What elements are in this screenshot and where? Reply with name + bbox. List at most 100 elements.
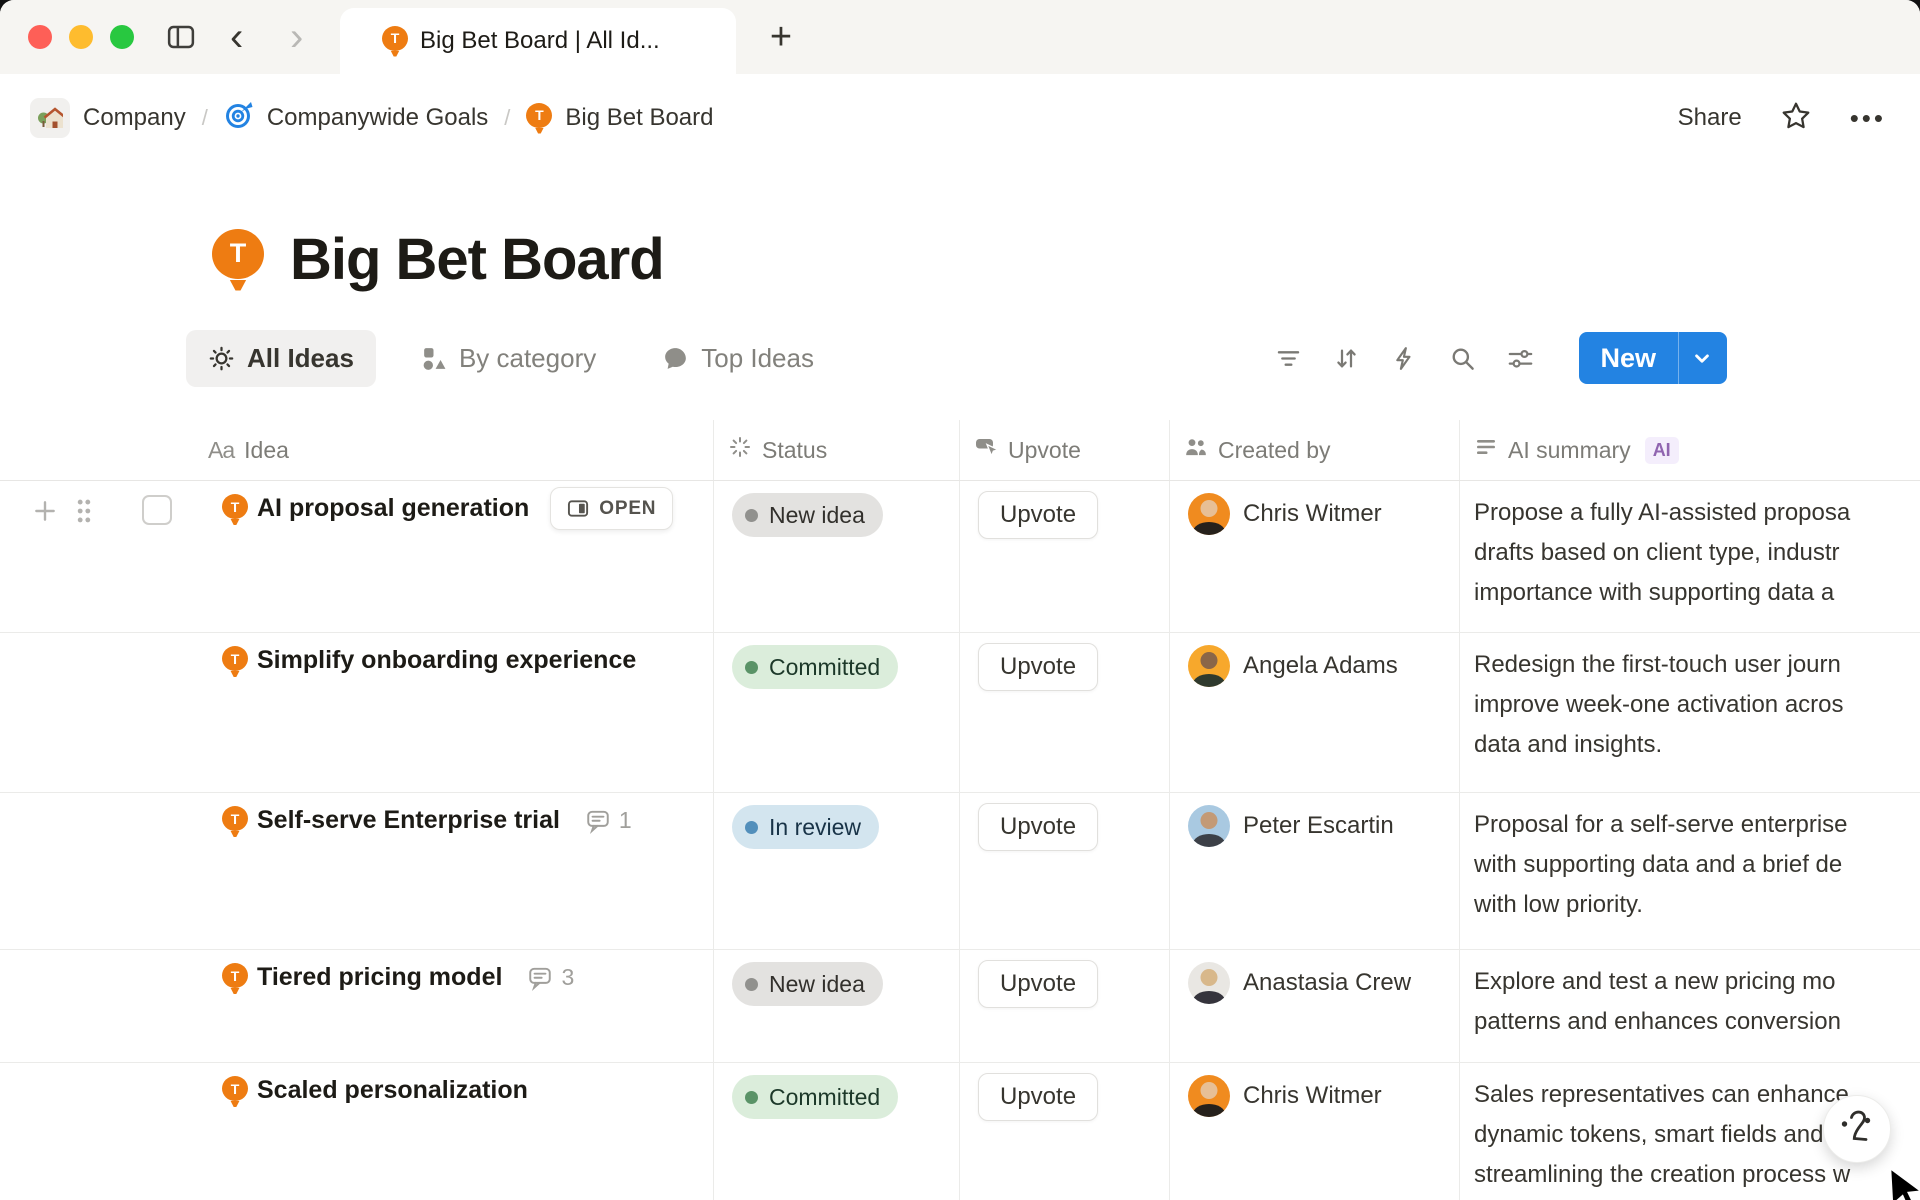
target-icon xyxy=(224,100,254,137)
creator-cell[interactable]: Anastasia Crew xyxy=(1170,950,1460,1062)
row-gutter xyxy=(0,950,198,1062)
idea-cell[interactable]: TSimplify onboarding experience xyxy=(198,633,714,792)
upvote-button[interactable]: Upvote xyxy=(978,643,1098,691)
avatar xyxy=(1188,805,1230,847)
ai-summary-line: Explore and test a new pricing mo xyxy=(1474,962,1920,1002)
text-lines-icon xyxy=(1474,435,1498,465)
column-header-upvote[interactable]: Upvote xyxy=(960,420,1170,480)
close-window-button[interactable] xyxy=(28,25,52,49)
comment-count[interactable]: 3 xyxy=(527,964,574,991)
comment-icon xyxy=(527,965,553,991)
idea-cell[interactable]: TAI proposal generationOPEN xyxy=(198,481,714,632)
view-tab-top-ideas[interactable]: Top Ideas xyxy=(640,330,836,387)
filter-icon[interactable] xyxy=(1275,345,1302,372)
creator-cell[interactable]: Chris Witmer xyxy=(1170,1063,1460,1200)
upvote-button[interactable]: Upvote xyxy=(978,1073,1098,1121)
ai-face-icon xyxy=(1836,1106,1878,1152)
add-row-icon[interactable] xyxy=(32,495,58,527)
row-checkbox[interactable] xyxy=(142,495,172,525)
creator-cell[interactable]: Chris Witmer xyxy=(1170,481,1460,632)
creator-name: Chris Witmer xyxy=(1243,493,1382,535)
view-tab-all-ideas[interactable]: All Ideas xyxy=(186,330,376,387)
column-header-status[interactable]: Status xyxy=(714,420,960,480)
more-options-icon[interactable]: ••• xyxy=(1850,103,1886,134)
page-title: Big Bet Board xyxy=(290,226,664,293)
page-header: Company / Companywide Goals / T Big Bet … xyxy=(0,74,1920,162)
drag-handle-icon[interactable] xyxy=(74,495,94,527)
status-cell[interactable]: New idea xyxy=(714,950,960,1062)
open-button[interactable]: OPEN xyxy=(550,487,673,530)
ai-summary-line: importance with supporting data a xyxy=(1474,573,1920,613)
idea-cell[interactable]: TScaled personalization xyxy=(198,1063,714,1200)
back-button[interactable]: ‹ xyxy=(230,0,243,74)
view-tab-by-category[interactable]: By category xyxy=(398,330,618,387)
share-button[interactable]: Share xyxy=(1678,104,1742,132)
upvote-button[interactable]: Upvote xyxy=(978,491,1098,539)
status-cell[interactable]: Committed xyxy=(714,1063,960,1200)
ai-summary-cell[interactable]: Redesign the first-touch user journimpro… xyxy=(1460,633,1920,792)
minimize-window-button[interactable] xyxy=(69,25,93,49)
browser-tab[interactable]: T Big Bet Board | All Id... xyxy=(340,8,736,74)
lightbulb-t-icon: T xyxy=(212,229,264,291)
ai-summary-line: with low priority. xyxy=(1474,885,1920,925)
ai-summary-cell[interactable]: Proposal for a self-serve enterprise with… xyxy=(1460,793,1920,949)
table-row: TTiered pricing model3New idea Upvote Anas… xyxy=(0,950,1920,1063)
avatar xyxy=(1188,1075,1230,1117)
status-dot-icon xyxy=(745,661,758,674)
sort-icon[interactable] xyxy=(1333,345,1360,372)
table-header-row: Aa Idea Status Upvote Created by xyxy=(0,420,1920,481)
automation-icon[interactable] xyxy=(1391,345,1418,372)
creator-name: Peter Escartin xyxy=(1243,805,1394,847)
breadcrumb-item-company[interactable]: Company xyxy=(30,98,186,138)
idea-title: Self-serve Enterprise trial xyxy=(257,805,560,836)
new-tab-button[interactable]: + xyxy=(758,0,804,74)
sidebar-toggle-icon[interactable] xyxy=(166,0,196,74)
view-tab-label: Top Ideas xyxy=(701,343,814,374)
ai-badge: AI xyxy=(1645,437,1679,464)
new-button[interactable]: New xyxy=(1579,332,1727,384)
ai-summary-line: improve week-one activation acros xyxy=(1474,685,1920,725)
column-header-created-by[interactable]: Created by xyxy=(1170,420,1460,480)
new-button-dropdown[interactable] xyxy=(1678,332,1727,384)
ai-summary-cell[interactable]: Propose a fully AI-assisted proposadraft… xyxy=(1460,481,1920,632)
status-cell[interactable]: Committed xyxy=(714,633,960,792)
favorite-star-icon[interactable] xyxy=(1780,100,1812,137)
status-badge: Committed xyxy=(732,645,898,689)
chat-bubble-icon xyxy=(662,345,689,372)
ai-summary-cell[interactable]: Explore and test a new pricing mopattern… xyxy=(1460,950,1920,1062)
breadcrumb-label: Big Bet Board xyxy=(565,104,713,132)
creator-cell[interactable]: Peter Escartin xyxy=(1170,793,1460,949)
ai-summary-line: drafts based on client type, industr xyxy=(1474,533,1920,573)
idea-cell[interactable]: TSelf-serve Enterprise trial1 xyxy=(198,793,714,949)
upvote-button[interactable]: Upvote xyxy=(978,960,1098,1008)
comment-count[interactable]: 1 xyxy=(585,807,632,834)
table-row: TSimplify onboarding experience Committed… xyxy=(0,633,1920,793)
settings-sliders-icon[interactable] xyxy=(1507,345,1534,372)
search-icon[interactable] xyxy=(1449,345,1476,372)
breadcrumb: Company / Companywide Goals / T Big Bet … xyxy=(30,98,714,138)
status-dot-icon xyxy=(745,1091,758,1104)
zoom-window-button[interactable] xyxy=(110,25,134,49)
column-header-ai-summary[interactable]: AI summary AI xyxy=(1460,420,1920,480)
upvote-cell: Upvote xyxy=(960,481,1170,632)
mouse-cursor xyxy=(1888,1168,1920,1200)
column-header-idea[interactable]: Aa Idea xyxy=(198,420,714,480)
breadcrumb-label: Company xyxy=(83,104,186,132)
table-body: TAI proposal generationOPENNew ideaUpvot… xyxy=(0,481,1920,1200)
ai-summary-line: Proposal for a self-serve enterprise xyxy=(1474,805,1920,845)
creator-cell[interactable]: Angela Adams xyxy=(1170,633,1460,792)
database-toolbar: New xyxy=(1275,332,1727,384)
forward-button[interactable]: › xyxy=(290,0,303,74)
breadcrumb-item-companywide-goals[interactable]: Companywide Goals xyxy=(224,100,488,137)
status-badge: In review xyxy=(732,805,879,849)
status-badge: Committed xyxy=(732,1075,898,1119)
notion-ai-face-button[interactable] xyxy=(1823,1095,1891,1163)
lightbulb-t-icon: T xyxy=(222,646,248,677)
breadcrumb-item-big-bet-board[interactable]: T Big Bet Board xyxy=(526,103,713,134)
status-cell[interactable]: In review xyxy=(714,793,960,949)
upvote-button[interactable]: Upvote xyxy=(978,803,1098,851)
idea-cell[interactable]: TTiered pricing model3 xyxy=(198,950,714,1062)
status-cell[interactable]: New idea xyxy=(714,481,960,632)
breadcrumb-label: Companywide Goals xyxy=(267,104,488,132)
status-spinner-icon xyxy=(728,435,752,465)
